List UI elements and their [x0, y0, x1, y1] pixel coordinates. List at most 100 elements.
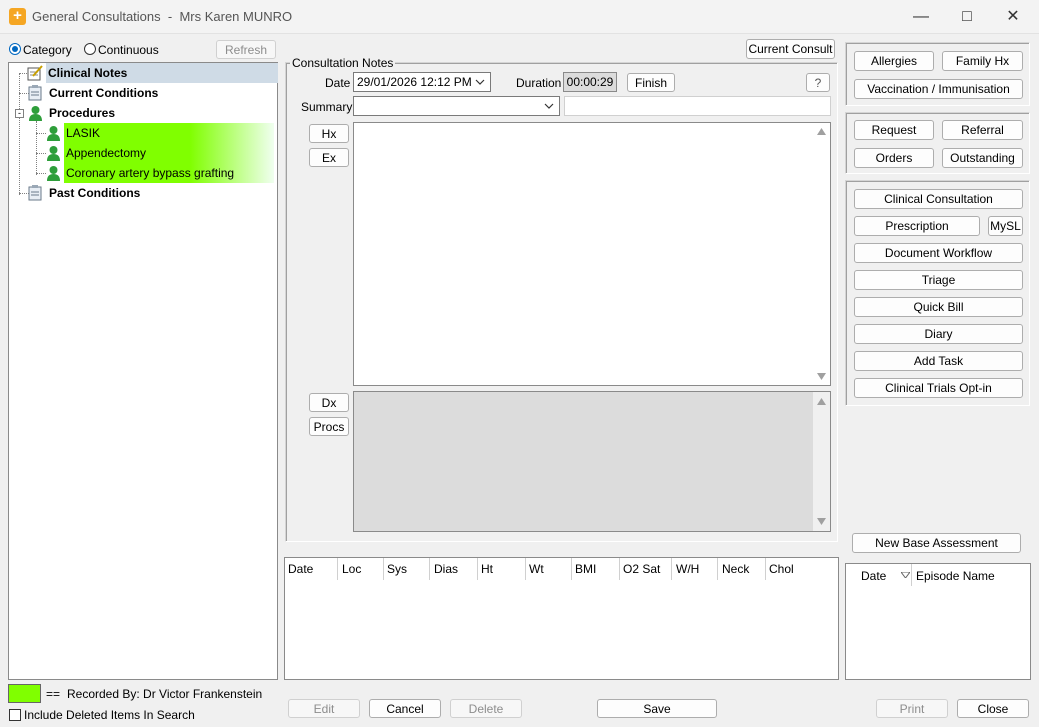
new-base-assessment-button[interactable]: New Base Assessment	[852, 533, 1021, 553]
family-hx-button[interactable]: Family Hx	[942, 51, 1023, 71]
clipboard-icon	[28, 185, 42, 201]
outstanding-button[interactable]: Outstanding	[942, 148, 1023, 168]
chevron-down-icon	[544, 103, 554, 109]
category-radio[interactable]	[9, 43, 21, 55]
sort-descending-icon	[901, 572, 910, 578]
recorded-by-text: Recorded By: Dr Victor Frankenstein	[67, 687, 263, 701]
edit-button[interactable]: Edit	[288, 699, 360, 718]
triage-button[interactable]: Triage	[854, 270, 1023, 290]
tree-item-label: Clinical Notes	[46, 63, 278, 83]
duration-value: 00:00:29	[563, 72, 617, 92]
dx-button[interactable]: Dx	[309, 393, 349, 412]
title-bar: + General Consultations - Mrs Karen MUNR…	[0, 0, 1039, 34]
scroll-down-icon[interactable]	[817, 518, 826, 525]
date-value: 29/01/2026 12:12 PM	[357, 75, 472, 89]
procs-button[interactable]: Procs	[309, 417, 349, 436]
print-button[interactable]: Print	[876, 699, 948, 718]
column-header-episode-date[interactable]: Date	[861, 569, 886, 583]
summary-extra-field[interactable]	[564, 96, 831, 116]
vitals-table[interactable]: Date Loc Sys Dias Ht Wt BMI O2 Sat W/H N…	[284, 557, 839, 680]
column-header-date[interactable]: Date	[288, 562, 313, 576]
vaccination-button[interactable]: Vaccination / Immunisation	[854, 79, 1023, 99]
request-button[interactable]: Request	[854, 120, 934, 140]
diary-button[interactable]: Diary	[854, 324, 1023, 344]
tree-item-appendectomy[interactable]: Appendectomy	[9, 143, 277, 163]
orders-button[interactable]: Orders	[854, 148, 934, 168]
diagnosis-scrollbar[interactable]	[813, 392, 830, 531]
include-deleted-checkbox[interactable]	[9, 709, 21, 721]
save-button[interactable]: Save	[597, 699, 717, 718]
scroll-down-icon[interactable]	[817, 373, 826, 380]
notes-textarea[interactable]	[353, 122, 831, 386]
refresh-button[interactable]: Refresh	[216, 40, 276, 59]
vitals-header: Date Loc Sys Dias Ht Wt BMI O2 Sat W/H N…	[285, 558, 838, 580]
actions-group	[845, 180, 1030, 406]
column-header-sys[interactable]: Sys	[387, 562, 407, 576]
cancel-button[interactable]: Cancel	[369, 699, 441, 718]
person-icon	[29, 106, 42, 121]
category-label: Category	[23, 43, 72, 57]
tree-item-procedures[interactable]: Procedures	[9, 103, 277, 123]
consultation-notes-label: Consultation Notes	[290, 56, 396, 70]
ex-button[interactable]: Ex	[309, 148, 349, 167]
episode-table[interactable]: Date Episode Name	[845, 563, 1031, 680]
scroll-up-icon[interactable]	[817, 398, 826, 405]
column-header-bmi[interactable]: BMI	[575, 562, 596, 576]
scroll-up-icon[interactable]	[817, 128, 826, 135]
tree-item-label: Appendectomy	[64, 143, 274, 163]
column-header-dias[interactable]: Dias	[434, 562, 458, 576]
tree-item-cabg[interactable]: Coronary artery bypass grafting	[9, 163, 277, 183]
tree-item-label: Procedures	[49, 106, 116, 120]
date-label: Date	[325, 76, 351, 90]
mysl-button[interactable]: MySL	[988, 216, 1023, 236]
allergies-button[interactable]: Allergies	[854, 51, 934, 71]
column-header-loc[interactable]: Loc	[342, 562, 361, 576]
clinical-consultation-button[interactable]: Clinical Consultation	[854, 189, 1023, 209]
legend-color-swatch	[8, 684, 41, 703]
notes-scrollbar[interactable]	[813, 123, 830, 385]
category-tree[interactable]: - Clinical Notes Current Conditions Proc…	[8, 62, 278, 680]
column-header-episode-name[interactable]: Episode Name	[916, 569, 995, 583]
tree-item-current-conditions[interactable]: Current Conditions	[9, 83, 277, 103]
close-button[interactable]: Close	[957, 699, 1029, 718]
clinical-trials-button[interactable]: Clinical Trials Opt-in	[854, 378, 1023, 398]
close-window-button[interactable]: ✕	[990, 0, 1036, 33]
tree-item-past-conditions[interactable]: Past Conditions	[9, 183, 277, 203]
date-field[interactable]: 29/01/2026 12:12 PM	[353, 72, 491, 92]
chevron-down-icon	[475, 79, 485, 85]
legend-equals: ==	[46, 687, 61, 701]
column-header-o2-sat[interactable]: O2 Sat	[623, 562, 660, 576]
column-header-chol[interactable]: Chol	[769, 562, 794, 576]
column-header-neck[interactable]: Neck	[722, 562, 749, 576]
continuous-label: Continuous	[98, 43, 159, 57]
hx-button[interactable]: Hx	[309, 124, 349, 143]
finish-button[interactable]: Finish	[627, 73, 675, 92]
minimize-button[interactable]: —	[898, 0, 944, 33]
continuous-radio[interactable]	[84, 43, 96, 55]
include-deleted-label: Include Deleted Items In Search	[24, 708, 195, 722]
tree-item-label: LASIK	[64, 123, 274, 143]
tree-item-clinical-notes[interactable]: Clinical Notes	[9, 63, 278, 83]
summary-label: Summary	[301, 100, 353, 114]
tree-item-label: Coronary artery bypass grafting	[64, 163, 274, 183]
help-button[interactable]: ?	[806, 73, 830, 92]
maximize-button[interactable]: □	[944, 0, 990, 33]
app-icon: +	[9, 8, 26, 25]
diagnosis-list[interactable]	[353, 391, 831, 532]
delete-button[interactable]: Delete	[450, 699, 522, 718]
clipboard-icon	[28, 85, 42, 101]
document-workflow-button[interactable]: Document Workflow	[854, 243, 1023, 263]
summary-dropdown[interactable]	[353, 96, 560, 116]
quick-bill-button[interactable]: Quick Bill	[854, 297, 1023, 317]
current-consult-button[interactable]: Current Consult	[746, 39, 835, 59]
prescription-button[interactable]: Prescription	[854, 216, 980, 236]
referral-button[interactable]: Referral	[942, 120, 1023, 140]
person-icon	[47, 126, 60, 141]
column-header-ht[interactable]: Ht	[481, 562, 493, 576]
column-header-wh[interactable]: W/H	[676, 562, 699, 576]
add-task-button[interactable]: Add Task	[854, 351, 1023, 371]
person-icon	[47, 166, 60, 181]
column-header-wt[interactable]: Wt	[529, 562, 544, 576]
tree-item-lasik[interactable]: LASIK	[9, 123, 277, 143]
notepad-icon	[27, 65, 43, 81]
